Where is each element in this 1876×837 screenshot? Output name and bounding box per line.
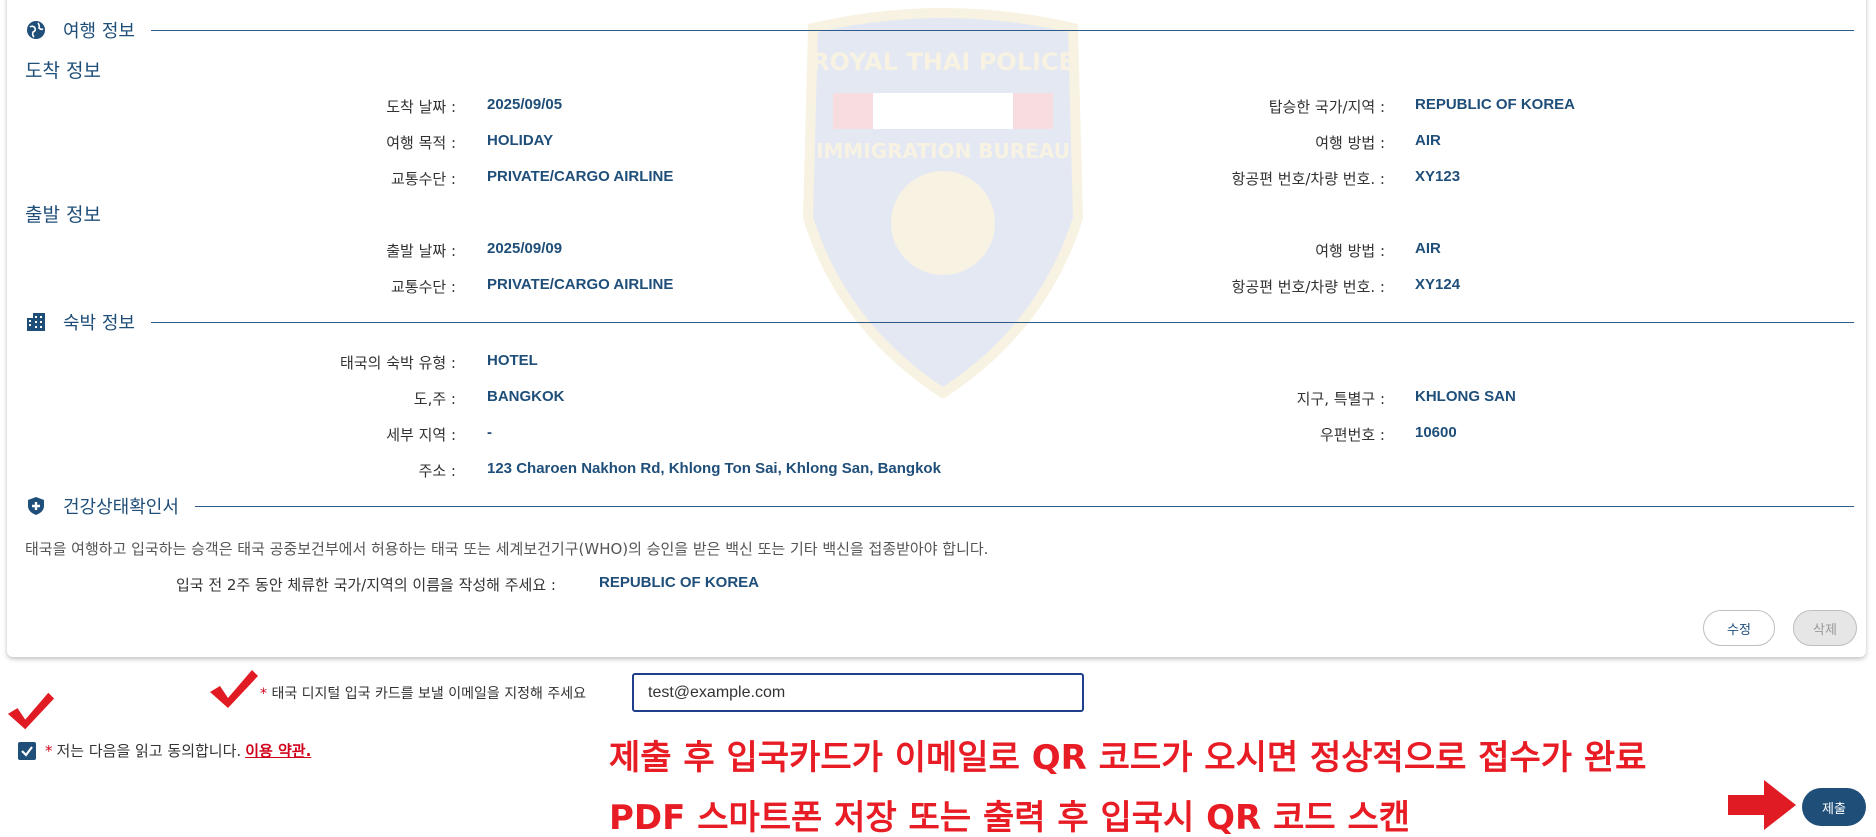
departure-subtitle: 출발 정보 xyxy=(25,204,101,226)
globe-icon xyxy=(25,19,47,41)
required-mark: * xyxy=(45,741,53,760)
stayed-countries-value: REPUBLIC OF KOREA xyxy=(599,574,760,591)
arrival-flight-no-label: 항공편 번호/차량 번호. : xyxy=(1231,170,1385,188)
health-header: 건강상태확인서 xyxy=(25,494,1854,518)
stayed-countries-label: 입국 전 2주 동안 체류한 국가/지역의 이름을 작성해 주세요 : xyxy=(176,576,556,594)
arrival-transport-label: 교통수단 : xyxy=(390,170,456,188)
accommodation-header: 숙박 정보 xyxy=(25,310,1854,334)
arrival-date-label: 도착 날짜 : xyxy=(386,98,456,116)
submit-button[interactable]: 제출 xyxy=(1802,788,1866,826)
checkmark-annotation-icon xyxy=(210,670,258,708)
divider xyxy=(150,29,1854,31)
svg-text:IMMIGRATION BUREAU: IMMIGRATION BUREAU xyxy=(816,139,1070,163)
arrival-travel-mode-value: AIR xyxy=(1415,132,1441,149)
section-title: 건강상태확인서 xyxy=(63,497,179,518)
arrival-subtitle: 도착 정보 xyxy=(25,60,101,82)
boarded-country-value: REPUBLIC OF KOREA xyxy=(1415,96,1576,113)
boarded-country-label: 탑승한 국가/지역 : xyxy=(1268,98,1385,116)
accommodation-type-label: 태국의 숙박 유형 : xyxy=(340,354,456,372)
postcode-label: 우편번호 : xyxy=(1319,426,1385,444)
agree-checkbox[interactable] xyxy=(18,741,36,760)
email-input[interactable]: test@example.com xyxy=(632,673,1084,712)
police-emblem-watermark: ROYAL THAI POLICE IMMIGRATION BUREAU xyxy=(802,8,1084,398)
required-mark: * xyxy=(260,686,267,702)
delete-button[interactable]: 삭제 xyxy=(1793,610,1857,646)
shield-plus-icon xyxy=(25,495,47,517)
arrival-transport-value: PRIVATE/CARGO AIRLINE xyxy=(487,168,674,185)
district-label: 지구, 특별구 : xyxy=(1296,390,1385,408)
accommodation-type-value: HOTEL xyxy=(487,352,538,369)
departure-transport-value: PRIVATE/CARGO AIRLINE xyxy=(487,276,674,293)
overlay-note-line2: PDF 스마트폰 저장 또는 출력 후 입국시 QR 코드 스캔 xyxy=(609,798,1411,837)
section-title: 숙박 정보 xyxy=(63,313,135,334)
province-label: 도,주 : xyxy=(413,390,456,408)
district-value: KHLONG SAN xyxy=(1415,388,1516,405)
vaccine-notice: 태국을 여행하고 입국하는 승객은 태국 공중보건부에서 허용하는 태국 또는 … xyxy=(25,540,989,558)
arrow-right-annotation-icon xyxy=(1728,780,1796,830)
departure-travel-mode-value: AIR xyxy=(1415,240,1441,257)
agreement-row: * 저는 다음을 읽고 동의합니다. 이용 약관. xyxy=(18,740,311,761)
departure-transport-label: 교통수단 : xyxy=(390,278,456,296)
subdistrict-label: 세부 지역 : xyxy=(386,426,456,444)
checkmark-annotation-icon xyxy=(7,692,55,730)
departure-date-label: 출발 날짜 : xyxy=(386,242,456,260)
arrival-date-value: 2025/09/05 xyxy=(487,96,563,113)
address-value: 123 Charoen Nakhon Rd, Khlong Ton Sai, K… xyxy=(487,460,941,477)
svg-text:ROYAL THAI POLICE: ROYAL THAI POLICE xyxy=(811,48,1075,76)
departure-flight-no-label: 항공편 번호/차량 번호. : xyxy=(1231,278,1385,296)
application-card: ROYAL THAI POLICE IMMIGRATION BUREAU 여행 … xyxy=(7,0,1866,657)
departure-date-value: 2025/09/09 xyxy=(487,240,563,257)
section-title: 여행 정보 xyxy=(63,21,135,42)
email-label-text: 태국 디지털 입국 카드를 보낼 이메일을 지정해 주세요 xyxy=(271,686,586,702)
travel-info-header: 여행 정보 xyxy=(25,18,1854,42)
address-label: 주소 : xyxy=(418,462,456,480)
email-label: * 태국 디지털 입국 카드를 보낼 이메일을 지정해 주세요 xyxy=(260,683,586,703)
departure-travel-mode-label: 여행 방법 : xyxy=(1315,242,1385,260)
building-icon xyxy=(25,311,47,333)
purpose-value: HOLIDAY xyxy=(487,132,554,149)
postcode-value: 10600 xyxy=(1415,424,1457,441)
purpose-label: 여행 목적 : xyxy=(386,134,456,152)
edit-button[interactable]: 수정 xyxy=(1703,610,1775,646)
overlay-note-line1: 제출 후 입국카드가 이메일로 QR 코드가 오시면 정상적으로 접수가 완료 xyxy=(609,738,1647,778)
agree-text: 저는 다음을 읽고 동의합니다. xyxy=(56,742,242,760)
divider xyxy=(194,505,1854,507)
divider xyxy=(150,321,1854,323)
province-value: BANGKOK xyxy=(487,388,565,405)
arrival-flight-no-value: XY123 xyxy=(1415,168,1461,185)
subdistrict-value: - xyxy=(487,424,492,441)
departure-flight-no-value: XY124 xyxy=(1415,276,1461,293)
terms-link[interactable]: 이용 약관. xyxy=(245,740,311,761)
arrival-travel-mode-label: 여행 방법 : xyxy=(1315,134,1385,152)
